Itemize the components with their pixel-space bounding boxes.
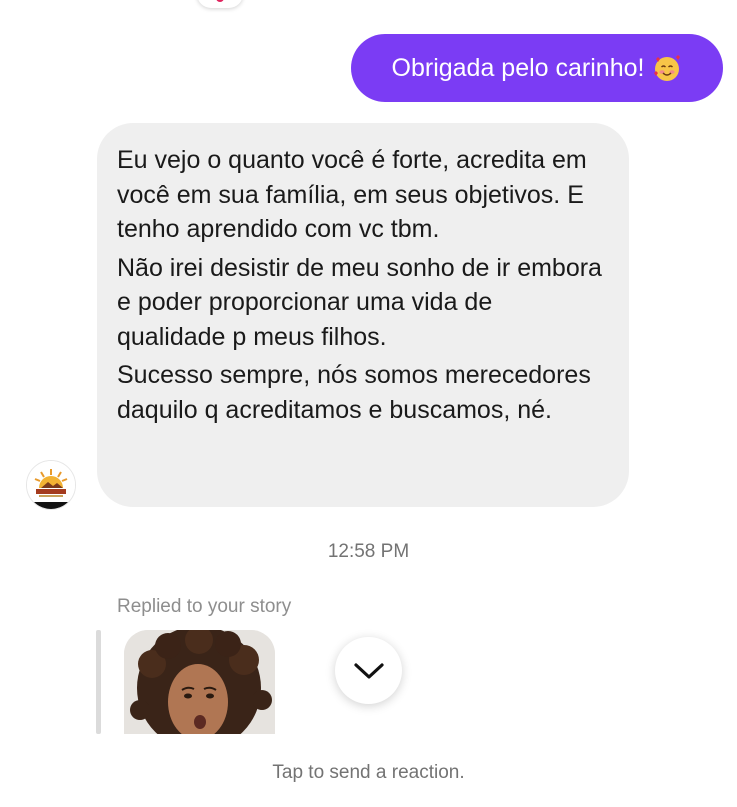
received-message-bubble[interactable]: Eu vejo o quanto você é forte, acredita … bbox=[97, 123, 629, 507]
received-message-paragraph: Sucesso sempre, nós somos merecedores da… bbox=[117, 361, 591, 424]
message-reaction-badge[interactable] bbox=[197, 0, 243, 8]
message-timestamp: 12:58 PM bbox=[327, 541, 410, 562]
chat-screen: Obrigada pelo carinho! Eu vejo o quanto … bbox=[0, 0, 737, 807]
scroll-to-bottom-button[interactable] bbox=[335, 637, 402, 704]
reply-indicator-bar bbox=[96, 630, 101, 734]
sun-logo-avatar-icon bbox=[27, 461, 75, 509]
reaction-hint: Tap to send a reaction. bbox=[272, 762, 465, 783]
sender-avatar[interactable] bbox=[26, 460, 76, 510]
heart-icon bbox=[216, 0, 224, 2]
received-message-paragraph: Não irei desistir de meu sonho de ir emb… bbox=[117, 253, 602, 351]
smiling-face-with-hearts-icon bbox=[652, 53, 682, 83]
received-message-paragraph: Eu vejo o quanto você é forte, acredita … bbox=[117, 146, 587, 243]
story-thumbnail[interactable] bbox=[124, 630, 275, 734]
story-reply-label: Replied to your story bbox=[117, 596, 292, 617]
sent-message-text: Obrigada pelo carinho! bbox=[391, 53, 645, 82]
chevron-down-icon bbox=[353, 662, 384, 679]
sent-message-bubble[interactable]: Obrigada pelo carinho! bbox=[351, 34, 723, 102]
